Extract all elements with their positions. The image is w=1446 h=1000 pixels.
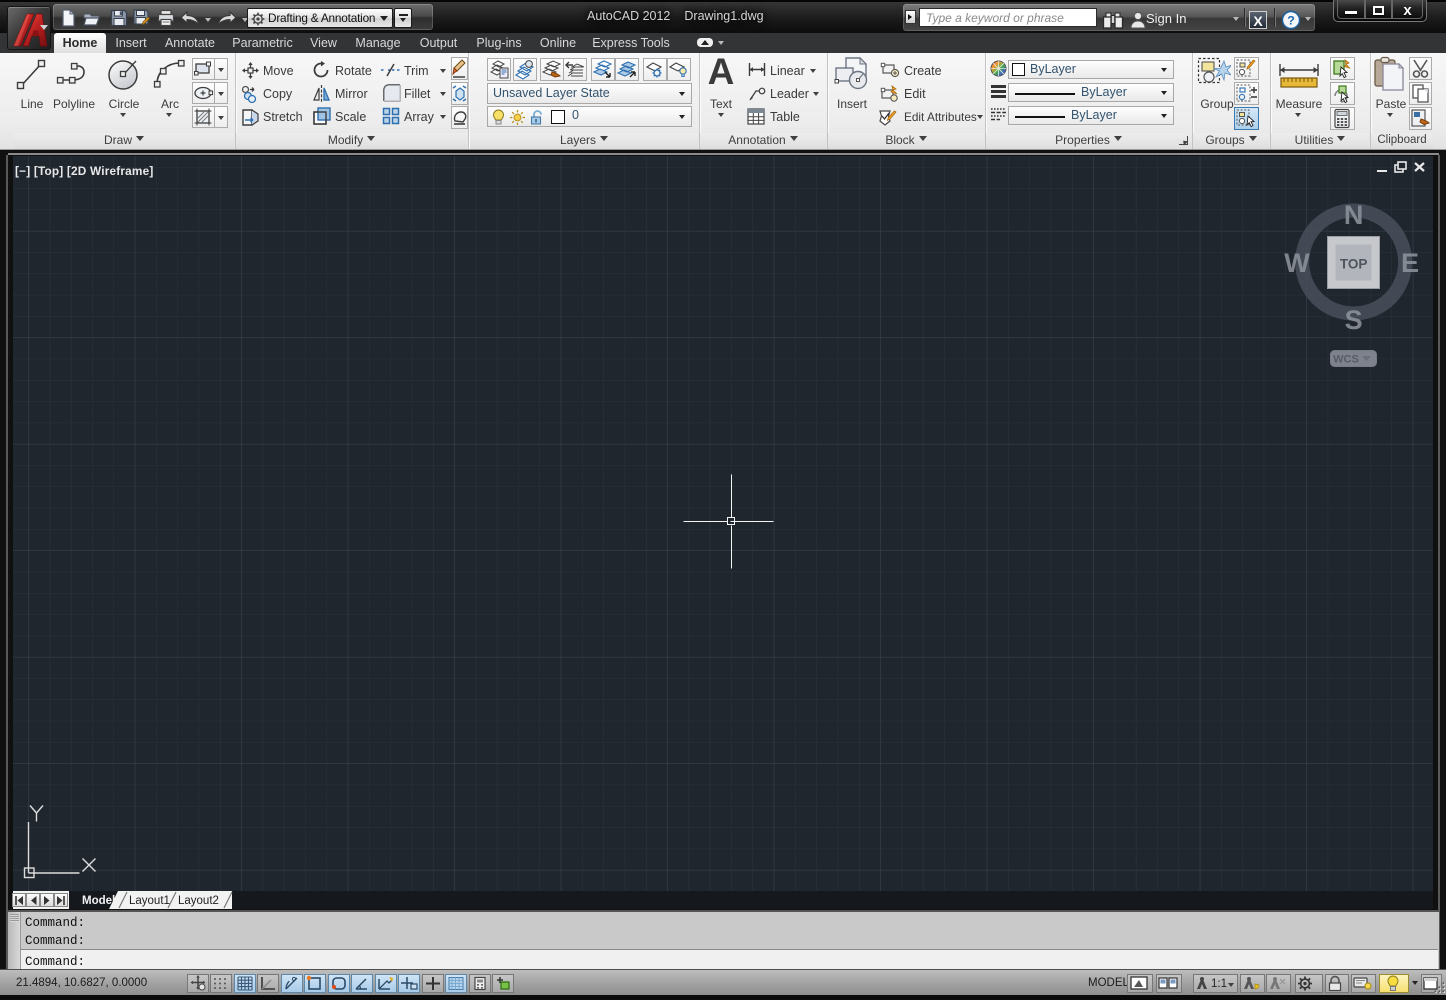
svg-text:TOP: TOP xyxy=(1340,257,1368,272)
svg-text:?: ? xyxy=(1287,13,1295,27)
svg-text:Layout2: Layout2 xyxy=(178,895,219,907)
svg-text:Layout1: Layout1 xyxy=(129,895,170,907)
svg-text:WCS: WCS xyxy=(1333,354,1359,366)
svg-text:S: S xyxy=(1345,305,1363,335)
svg-text:W: W xyxy=(1284,248,1310,278)
svg-text:Model: Model xyxy=(82,895,115,907)
svg-text:N: N xyxy=(1344,200,1364,230)
svg-text:E: E xyxy=(1401,248,1419,278)
